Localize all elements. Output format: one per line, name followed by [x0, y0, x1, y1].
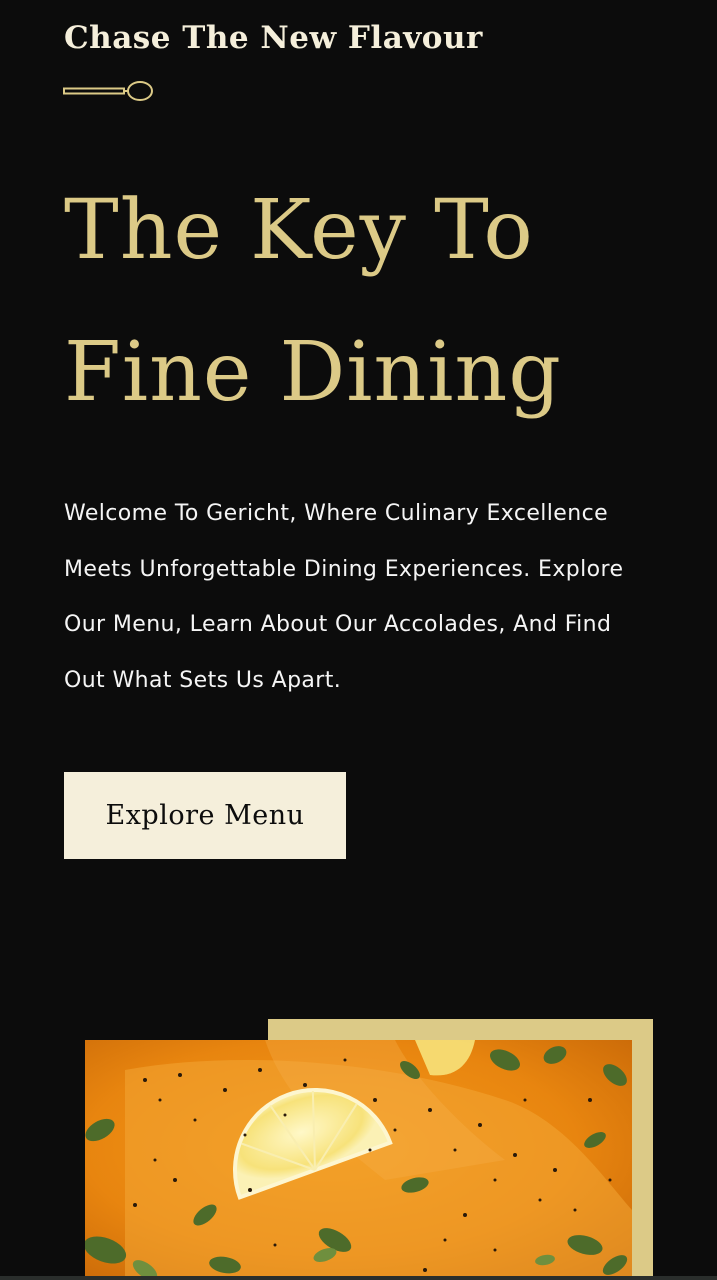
- intro-line-1: Welcome To Gericht, Where Culinary Excel…: [64, 501, 609, 526]
- explore-menu-button[interactable]: Explore Menu: [64, 772, 346, 859]
- hero-headline: The Key To Fine Dining: [64, 160, 694, 444]
- hero-subtitle: Chase The New Flavour: [64, 20, 483, 56]
- spoon-icon: [63, 81, 153, 101]
- intro-line-2: Meets Unforgettable Dining Experiences. …: [64, 556, 624, 582]
- hero-intro: Welcome To Gericht, Where Culinary Excel…: [64, 486, 664, 709]
- intro-line-3: Our Menu, Learn About Our Accolades, And…: [64, 612, 612, 638]
- hero-dish-image: [85, 1040, 632, 1280]
- intro-line-4: Out What Sets Us Apart.: [64, 668, 342, 694]
- headline-line-2: Fine Dining: [64, 325, 562, 420]
- headline-line-1: The Key To: [64, 183, 534, 278]
- bottom-divider: [0, 1276, 717, 1280]
